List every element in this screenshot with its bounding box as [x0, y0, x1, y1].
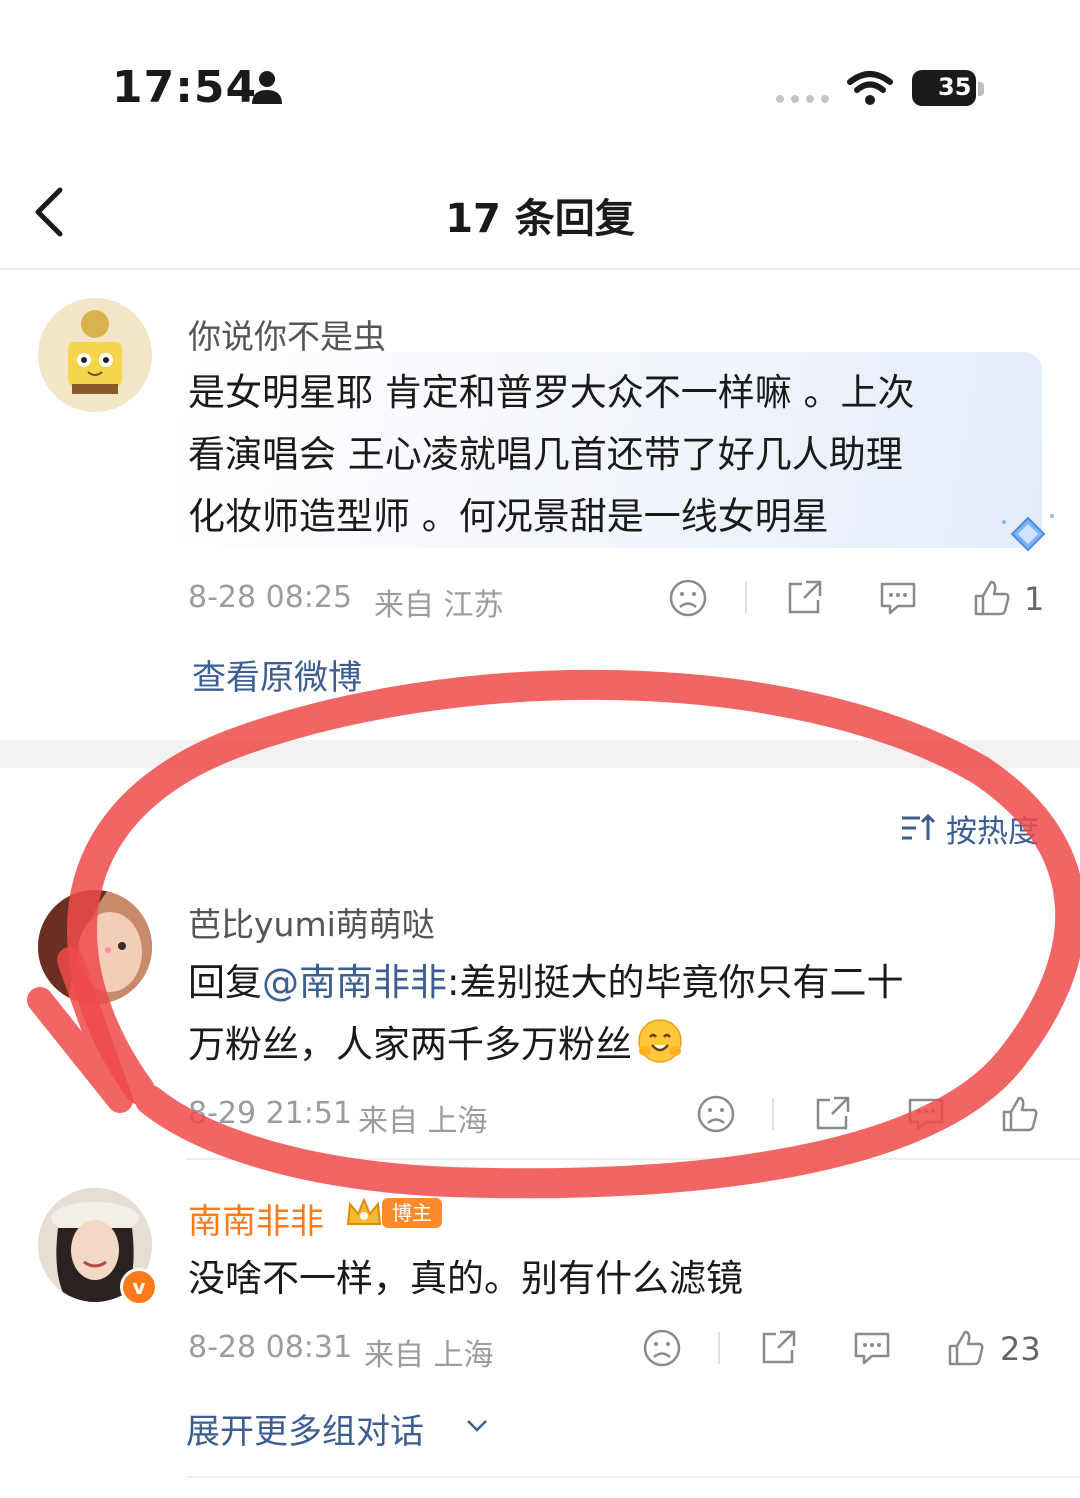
diamond-icon	[1002, 514, 1054, 552]
sort-button[interactable]: 按热度	[946, 806, 1039, 851]
comment-text-line: 是女明星耶 肯定和普罗大众不一样嘛 。上次	[188, 371, 915, 414]
like-count: 1	[1024, 580, 1045, 618]
sort-icon[interactable]	[900, 812, 936, 842]
battery-level: 35	[938, 73, 972, 101]
reply-text-line: 回复@南南非非:差别挺大的毕竟你只有二十	[188, 952, 903, 1014]
reply-prefix: 回复	[188, 961, 262, 1004]
comment-date: 8-28 08:25	[188, 580, 353, 615]
crown-icon	[346, 1197, 382, 1225]
reply-text: 没啥不一样，真的。别有什么滤镜	[188, 1257, 743, 1300]
reply-text: 万粉丝，人家两千多万粉丝	[188, 1023, 632, 1066]
like-icon[interactable]	[946, 1328, 986, 1368]
expand-more-link[interactable]: 展开更多组对话	[186, 1404, 424, 1453]
comment-text-line: 化妆师造型师 。何况景甜是一线女明星	[188, 495, 829, 538]
row-divider	[186, 1158, 1080, 1160]
page-title: 17 条回复	[445, 196, 635, 242]
battery-indicator: 35	[912, 70, 976, 106]
reply-date: 8-29 21:51	[188, 1096, 353, 1131]
share-icon[interactable]	[758, 1328, 798, 1368]
reply-username[interactable]: 芭比yumi萌萌哒	[188, 898, 435, 946]
wifi-icon	[847, 71, 893, 105]
blogger-badge: 博主	[382, 1198, 442, 1228]
action-separator	[745, 582, 747, 614]
reply-text-line: 万粉丝，人家两千多万粉丝	[188, 1014, 684, 1076]
hugging-face-emoji	[638, 1019, 682, 1063]
status-time: 17:54	[112, 62, 258, 113]
signal-dots-icon	[776, 95, 829, 103]
mention-link[interactable]: @南南非非	[262, 961, 447, 1004]
reply-location: 来自 上海	[364, 1338, 494, 1373]
share-icon[interactable]	[812, 1094, 852, 1134]
reply-text: :差别挺大的毕竟你只有二十	[447, 961, 904, 1004]
verified-badge: v	[120, 1268, 158, 1306]
comment-icon[interactable]	[878, 578, 918, 618]
dislike-icon[interactable]	[642, 1328, 682, 1368]
comment-username[interactable]: 你说你不是虫	[188, 310, 386, 358]
action-separator	[718, 1332, 720, 1364]
nav-divider	[0, 268, 1080, 270]
comment-icon[interactable]	[852, 1328, 892, 1368]
like-icon[interactable]	[1000, 1094, 1040, 1134]
like-icon[interactable]	[972, 578, 1012, 618]
share-icon[interactable]	[784, 578, 824, 618]
dislike-icon[interactable]	[668, 578, 708, 618]
comment-location: 来自 江苏	[374, 588, 504, 623]
view-original-link[interactable]: 查看原微博	[192, 650, 362, 699]
battery-tip	[978, 82, 984, 96]
reply-date: 8-28 08:31	[188, 1330, 353, 1365]
comment-icon[interactable]	[906, 1094, 946, 1134]
action-separator	[772, 1098, 774, 1130]
section-divider	[0, 740, 1080, 768]
dislike-icon[interactable]	[696, 1094, 736, 1134]
avatar[interactable]	[38, 890, 152, 1004]
person-icon	[252, 71, 282, 104]
reply-location: 来自 上海	[358, 1104, 488, 1139]
like-count: 23	[1000, 1330, 1041, 1368]
row-divider	[186, 1476, 1080, 1478]
avatar[interactable]	[38, 298, 152, 412]
comment-text-line: 看演唱会 王心凌就唱几首还带了好几人助理	[188, 433, 903, 476]
reply-username[interactable]: 南南非非	[188, 1194, 324, 1243]
chevron-down-icon[interactable]	[464, 1412, 490, 1438]
